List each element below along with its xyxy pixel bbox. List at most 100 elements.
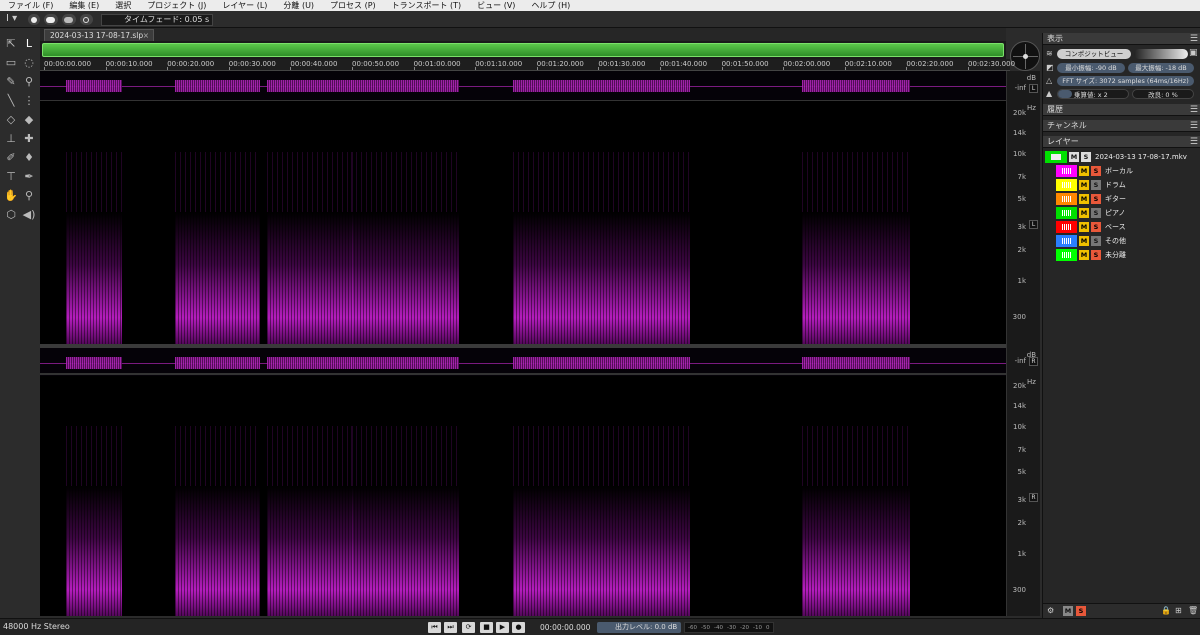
bandage-icon[interactable]: ✚ <box>21 131 37 147</box>
spectrogram-view[interactable] <box>40 71 1006 616</box>
skip-start-icon[interactable]: ⏮ <box>428 622 441 633</box>
fft-size-field[interactable]: FFT サイズ: 3072 samples (64ms/16Hz) <box>1057 76 1194 86</box>
menu-icon[interactable]: ☰ <box>1190 120 1198 132</box>
channels-panel-header[interactable]: チャンネル ☰ <box>1043 120 1200 132</box>
file-mute-button[interactable]: M <box>1069 151 1079 162</box>
layer-row[interactable]: M S ピアノ <box>1056 206 1200 219</box>
layer-row[interactable]: M S 未分離 <box>1056 248 1200 261</box>
file-layer-row[interactable]: M S 2024-03-13 17-08-17.mkv <box>1045 150 1200 163</box>
speaker-icon[interactable]: ◀) <box>21 207 37 223</box>
fill-bucket-icon[interactable]: ♦ <box>21 150 37 166</box>
min-amplitude-field[interactable]: 最小振幅: -90 dB <box>1057 63 1125 73</box>
footer-mute-button[interactable]: M <box>1063 606 1073 616</box>
stamp-icon[interactable]: ⊥ <box>3 131 19 147</box>
close-icon[interactable]: × <box>143 30 149 41</box>
paint-brush-icon[interactable]: ✐ <box>3 150 19 166</box>
max-amplitude-field[interactable]: 最大振幅: -18 dB <box>1128 63 1194 73</box>
waveform-left[interactable] <box>40 71 1006 101</box>
output-level-slider[interactable]: 出力レベル: 0.0 dB <box>597 622 681 633</box>
colormap-gradient[interactable] <box>1134 49 1188 59</box>
layer-mute-button[interactable]: M <box>1079 165 1089 176</box>
palette-icon[interactable]: ▣ <box>1189 48 1198 58</box>
layer-row[interactable]: M S ベース <box>1056 220 1200 233</box>
history-panel-header[interactable]: 履歴 ☰ <box>1043 104 1200 116</box>
menu-layer[interactable]: レイヤー (L) <box>214 0 275 11</box>
menu-process[interactable]: プロセス (P) <box>322 0 384 11</box>
time-ruler[interactable]: 00:00:00.000 00:00:10.000 00:00:20.000 00:0… <box>40 59 1015 71</box>
magic-wand-icon[interactable]: ⚲ <box>21 74 37 90</box>
composite-view-button[interactable]: コンポジットビュー <box>1057 49 1131 59</box>
file-solo-button[interactable]: S <box>1081 151 1091 162</box>
lasso-icon[interactable]: ◌ <box>21 55 37 71</box>
overview-selection[interactable] <box>42 43 1004 57</box>
layer-mute-button[interactable]: M <box>1079 221 1089 232</box>
layer-mute-button[interactable]: M <box>1079 249 1089 260</box>
layer-row[interactable]: M S ドラム <box>1056 178 1200 191</box>
layer-solo-button[interactable]: S <box>1091 249 1101 260</box>
file-tab[interactable]: 2024-03-13 17-08-17.slp × <box>44 29 154 41</box>
move-tool-icon[interactable]: ⇱ <box>3 36 19 52</box>
footer-solo-button[interactable]: S <box>1076 606 1086 616</box>
menu-file[interactable]: ファイル (F) <box>0 0 61 11</box>
layer-name: ボーカル <box>1105 166 1133 175</box>
stop-icon[interactable]: ■ <box>480 622 493 633</box>
layer-mute-button[interactable]: M <box>1079 193 1089 204</box>
menu-icon[interactable]: ☰ <box>1190 33 1198 45</box>
record-icon[interactable]: ● <box>512 622 525 633</box>
spectrogram-left[interactable] <box>40 102 1006 344</box>
play-icon[interactable]: ▶ <box>496 622 509 633</box>
eraser-alt-icon[interactable]: ◆ <box>21 112 37 128</box>
time-select-tool-icon[interactable]: L <box>21 36 37 52</box>
menu-select[interactable]: 選択 <box>107 0 139 11</box>
cube-icon[interactable]: ⬡ <box>3 207 19 223</box>
layers-panel-header[interactable]: レイヤー ☰ <box>1043 136 1200 148</box>
rect-select-icon[interactable]: ▭ <box>3 55 19 71</box>
brush-toggle-icon[interactable] <box>62 14 76 25</box>
line-tool-icon[interactable]: ╲ <box>3 93 19 109</box>
time-fade-field[interactable]: タイムフェード: 0.05 s <box>101 14 213 26</box>
eraser-icon[interactable]: ◇ <box>3 112 19 128</box>
overview-bar[interactable] <box>40 41 1006 59</box>
brush-double-icon[interactable] <box>44 14 58 25</box>
layer-mute-button[interactable]: M <box>1079 235 1089 246</box>
brush-select-icon[interactable]: ✎ <box>3 74 19 90</box>
menu-edit[interactable]: 編集 (E) <box>61 0 107 11</box>
layer-solo-button[interactable]: S <box>1091 179 1101 190</box>
layer-row[interactable]: M S ギター <box>1056 192 1200 205</box>
menu-separate[interactable]: 分離 (U) <box>275 0 322 11</box>
harmonic-tool-icon[interactable]: ⋮ <box>21 93 37 109</box>
layer-solo-button[interactable]: S <box>1091 193 1101 204</box>
layer-solo-button[interactable]: S <box>1091 221 1101 232</box>
brush-half-icon[interactable] <box>80 14 93 25</box>
multiplier-field[interactable]: 乗算値: x 2 <box>1057 89 1129 99</box>
improvement-field[interactable]: 改良: 0 % <box>1132 89 1194 99</box>
timecode-display[interactable]: 00:00:00.000 <box>540 622 592 633</box>
menu-icon[interactable]: ☰ <box>1190 104 1198 116</box>
brush-dot-icon[interactable] <box>28 14 40 25</box>
hand-icon[interactable]: ✋ <box>3 188 19 204</box>
layer-solo-button[interactable]: S <box>1091 235 1101 246</box>
eyedropper-icon[interactable]: ✒ <box>21 169 37 185</box>
menu-transport[interactable]: トランスポート (T) <box>384 0 470 11</box>
layer-mute-button[interactable]: M <box>1079 179 1089 190</box>
display-panel-header[interactable]: 表示 ☰ <box>1043 33 1200 45</box>
menu-help[interactable]: ヘルプ (H) <box>523 0 578 11</box>
layer-options-icon[interactable]: ⚙ <box>1047 606 1054 615</box>
delete-layer-icon[interactable]: 🗑 <box>1188 606 1198 615</box>
layer-row[interactable]: M S その他 <box>1056 234 1200 247</box>
spectrogram-right[interactable] <box>40 376 1006 616</box>
menu-view[interactable]: ビュー (V) <box>469 0 523 11</box>
menu-project[interactable]: プロジェクト (J) <box>139 0 214 11</box>
layer-solo-button[interactable]: S <box>1091 165 1101 176</box>
layer-mute-button[interactable]: M <box>1079 207 1089 218</box>
zoom-icon[interactable]: ⚲ <box>21 188 37 204</box>
menu-icon[interactable]: ☰ <box>1190 136 1198 148</box>
clone-tool-icon[interactable]: ⊤ <box>3 169 19 185</box>
layer-row[interactable]: M S ボーカル <box>1056 164 1200 177</box>
lock-icon[interactable]: 🔒 <box>1161 606 1171 615</box>
skip-end-icon[interactable]: ⏭ <box>444 622 457 633</box>
layer-solo-button[interactable]: S <box>1091 207 1101 218</box>
text-cursor-icon[interactable]: I ▾ <box>6 13 17 24</box>
loop-icon[interactable]: ⟳ <box>462 622 475 633</box>
new-layer-icon[interactable]: ⊞ <box>1175 606 1182 615</box>
